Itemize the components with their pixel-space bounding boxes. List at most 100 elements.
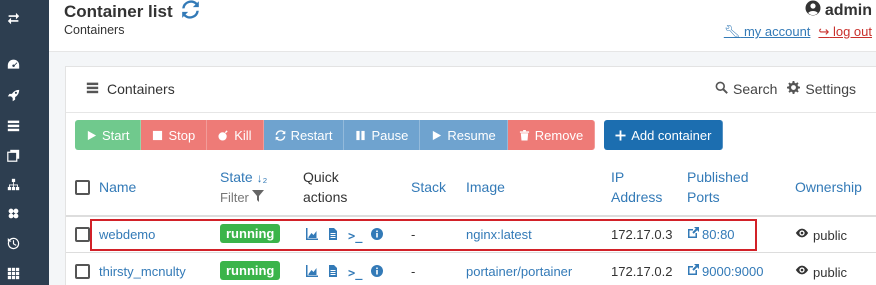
sidebar	[0, 0, 49, 285]
kill-button[interactable]: Kill	[207, 120, 264, 150]
refresh-icon[interactable]	[181, 0, 200, 24]
ownership-value: public	[795, 263, 847, 282]
ip-header-line2: Address	[611, 189, 663, 205]
sign-out-icon: ↪	[818, 24, 830, 39]
name-column-header[interactable]: Name	[99, 177, 136, 197]
remove-label: Remove	[534, 127, 584, 143]
user-block: admin 🔧︎ my account ↪ log out	[724, 0, 872, 40]
username-text: admin	[824, 1, 872, 19]
containers-list-icon	[86, 81, 99, 97]
search-toggle[interactable]: Search	[715, 81, 777, 97]
ownership-value: public	[795, 226, 847, 245]
ownership-column-header[interactable]: Ownership	[795, 177, 862, 197]
ports-column-header[interactable]: Published Ports	[687, 167, 749, 207]
port-label: 9000:9000	[702, 264, 764, 279]
switch-endpoint-icon[interactable]	[0, 8, 26, 28]
settings-toggle[interactable]: Settings	[787, 81, 856, 97]
remove-button[interactable]: Remove	[507, 120, 596, 150]
play-icon	[87, 130, 97, 140]
plus-icon	[615, 129, 626, 141]
quick-actions-line2: actions	[303, 189, 348, 205]
panel-tools: Search Settings	[715, 81, 856, 97]
restart-button[interactable]: Restart	[263, 120, 345, 150]
image-link[interactable]: portainer/portainer	[466, 263, 572, 281]
row-checkbox[interactable]	[75, 227, 90, 242]
table-header: Name State ↓₂ Filter Quick actions Stack…	[66, 161, 876, 217]
external-link-icon	[687, 263, 699, 281]
resume-icon	[433, 130, 442, 140]
volumes-icon[interactable]	[0, 203, 26, 223]
networks-icon[interactable]	[0, 174, 26, 194]
state-filter[interactable]: Filter	[220, 188, 264, 208]
search-label: Search	[733, 81, 778, 97]
my-account-link[interactable]: 🔧︎ my account	[724, 24, 811, 40]
stop-label: Stop	[168, 127, 196, 143]
action-toolbar: Start Stop Kill Restart Pause Resume Rem…	[75, 120, 724, 150]
stop-icon	[153, 130, 163, 140]
user-icon	[805, 0, 821, 21]
search-icon	[715, 81, 728, 97]
settings-label: Settings	[805, 81, 856, 97]
published-port-link[interactable]: 9000:9000	[687, 263, 763, 281]
app-templates-icon[interactable]	[0, 85, 26, 105]
page-header: Container list Containers admin 🔧︎ my ac…	[49, 0, 876, 52]
stats-icon[interactable]	[306, 265, 318, 280]
breadcrumb: Containers	[64, 23, 125, 37]
panel-title: Containers	[86, 81, 175, 97]
add-container-button[interactable]: Add container	[604, 120, 724, 150]
restart-icon	[275, 129, 285, 141]
row-checkbox[interactable]	[75, 264, 90, 279]
wrench-icon: 🔧︎	[723, 24, 741, 39]
bomb-icon	[218, 129, 228, 141]
ownership-label: public	[813, 227, 847, 243]
eye-icon	[795, 226, 809, 245]
logout-link[interactable]: ↪ log out	[818, 24, 872, 40]
select-all-checkbox[interactable]	[75, 180, 90, 195]
ports-header-line1: Published	[687, 169, 749, 185]
inspect-icon[interactable]	[371, 265, 384, 280]
quick-actions: >_	[306, 265, 384, 280]
eye-icon	[795, 263, 809, 282]
sort-icon: ↓₂	[256, 171, 268, 185]
start-button[interactable]: Start	[75, 120, 142, 150]
stop-button[interactable]: Stop	[141, 120, 208, 150]
ip-column-header[interactable]: IP Address	[611, 167, 662, 207]
state-filter-label: Filter	[220, 190, 249, 205]
gear-icon	[787, 81, 801, 97]
logs-icon[interactable]	[327, 265, 339, 280]
table-row: thirsty_mcnulty running >_ - portainer/p…	[66, 254, 876, 285]
resume-button[interactable]: Resume	[420, 120, 508, 150]
pause-label: Pause	[371, 127, 409, 143]
panel-header: Containers Search Settings	[66, 67, 876, 113]
container-name-link[interactable]: thirsty_mcnulty	[99, 263, 186, 281]
ports-header-line2: Ports	[687, 189, 720, 205]
page-title-block: Container list	[64, 0, 200, 24]
dashboard-icon[interactable]	[0, 54, 26, 74]
panel-title-text: Containers	[107, 81, 175, 97]
pause-icon	[356, 130, 366, 140]
pause-button[interactable]: Pause	[344, 120, 421, 150]
user-links: 🔧︎ my account ↪ log out	[724, 24, 872, 40]
ownership-label: public	[813, 264, 847, 280]
containers-icon[interactable]	[0, 115, 26, 135]
images-icon[interactable]	[0, 145, 26, 165]
resume-label: Resume	[447, 127, 496, 143]
my-account-label: my account	[743, 24, 811, 39]
stack-column-header[interactable]: Stack	[411, 177, 446, 197]
state-header-label: State	[220, 169, 253, 185]
host-icon[interactable]	[0, 263, 26, 283]
state-column-header[interactable]: State ↓₂	[220, 167, 267, 188]
containers-panel: Containers Search Settings Start Stop Ki…	[65, 66, 876, 285]
events-icon[interactable]	[0, 233, 26, 253]
username: admin	[724, 0, 872, 21]
ip-address: 172.17.0.2	[611, 264, 673, 279]
console-icon[interactable]: >_	[348, 266, 362, 280]
logout-label: log out	[832, 24, 872, 39]
status-badge: running	[220, 261, 281, 280]
row-highlight-box	[90, 219, 757, 251]
trash-icon	[519, 129, 529, 141]
page-title: Container list	[64, 2, 173, 21]
kill-label: Kill	[234, 127, 252, 143]
image-column-header[interactable]: Image	[466, 177, 505, 197]
start-label: Start	[102, 127, 130, 143]
